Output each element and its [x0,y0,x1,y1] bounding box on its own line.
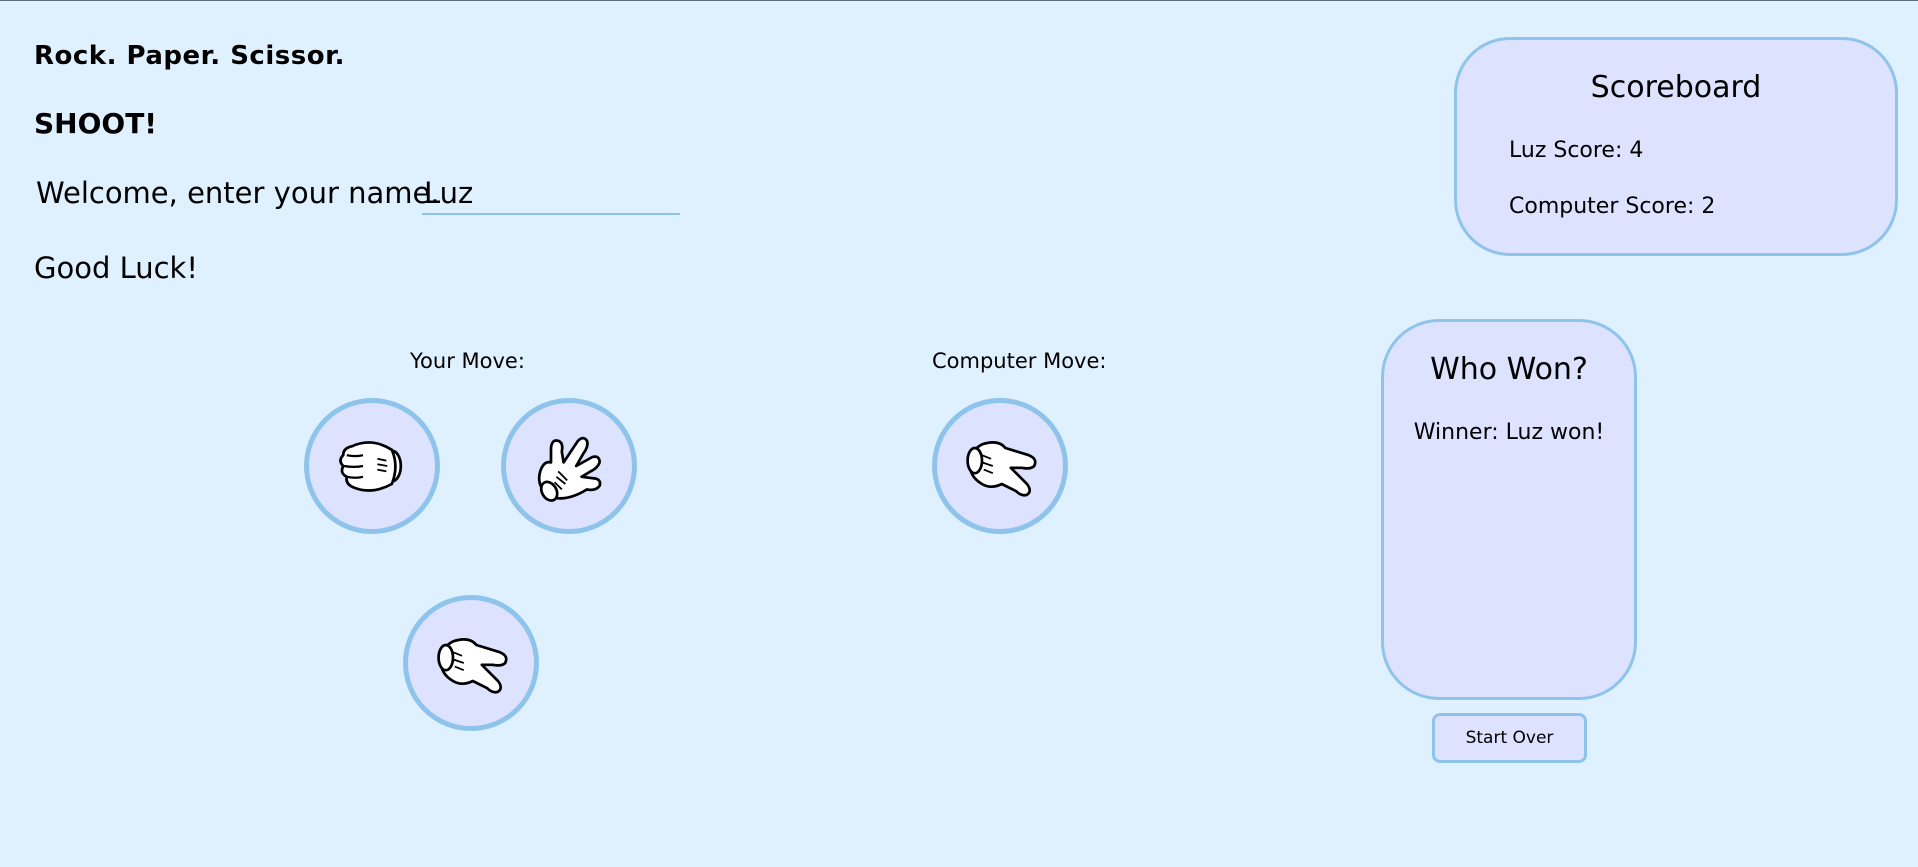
good-luck-text: Good Luck! [34,251,198,285]
scissors-hand-icon [437,638,508,694]
name-input[interactable] [422,173,680,215]
scoreboard-panel: Scoreboard Luz Score: 4 Computer Score: … [1454,37,1898,256]
scissors-hand-icon [966,441,1037,497]
paper-hand-icon [537,436,602,502]
result-panel: Who Won? Winner: Luz won! [1381,319,1637,700]
result-title: Who Won? [1430,352,1588,387]
computer-score: Computer Score: 2 [1509,194,1716,219]
game-subtitle: SHOOT! [34,107,158,140]
your-move-label: Your Move: [410,349,525,373]
computer-move-display [932,398,1068,534]
winner-text: Winner: Luz won! [1413,420,1605,445]
game-title: Rock. Paper. Scissor. [34,41,346,71]
scoreboard-title: Scoreboard [1590,70,1762,105]
paper-button[interactable] [501,398,637,534]
start-over-button[interactable]: Start Over [1432,713,1587,763]
rock-hand-icon [339,441,403,492]
player-score: Luz Score: 4 [1509,138,1644,163]
computer-move-label: Computer Move: [932,349,1107,373]
welcome-prompt: Welcome, enter your name. [36,176,440,210]
rock-button[interactable] [304,398,440,534]
scissors-button[interactable] [403,595,539,731]
